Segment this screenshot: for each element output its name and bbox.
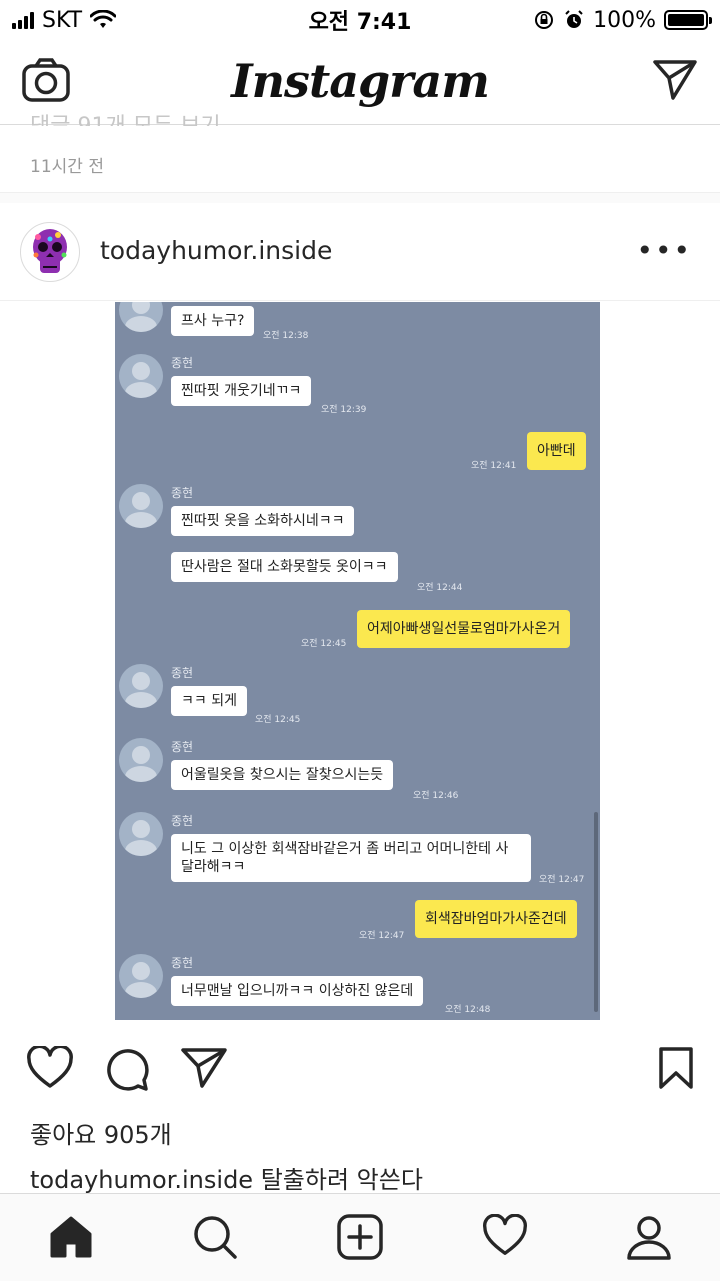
chat-time: 오전 12:47 (539, 875, 585, 885)
chat-time: 오전 12:39 (321, 405, 367, 415)
bottom-tab-bar (0, 1193, 720, 1281)
like-heart-icon[interactable] (26, 1046, 74, 1090)
post-username[interactable]: todayhumor.inside (100, 236, 332, 265)
more-options-button[interactable]: ••• (636, 234, 692, 267)
chat-time: 오전 12:47 (359, 931, 405, 941)
post-image[interactable]: 프사 누구? 오전 12:38 종현 찐따핏 개웃기네ㄲㅋ 오전 12:39 오… (115, 302, 600, 1020)
chat-avatar (119, 812, 163, 856)
chat-bubble: 찐따핏 옷을 소화하시네ㅋㅋ (171, 506, 355, 536)
direct-send-icon[interactable] (652, 58, 698, 102)
home-icon[interactable] (48, 1214, 94, 1260)
avatar[interactable] (20, 222, 80, 282)
chat-contact-name: 종현 (171, 666, 194, 680)
chat-avatar (119, 664, 163, 708)
chat-contact-name: 종현 (171, 814, 194, 828)
status-time: 오전 7:41 (308, 10, 412, 35)
view-all-comments-link[interactable]: 댓글 91개 모두 보기 (30, 108, 221, 126)
search-icon[interactable] (192, 1214, 238, 1260)
chat-bubble: 프사 누구? (171, 306, 255, 336)
chat-bubble: 찐따핏 개웃기네ㄲㅋ (171, 376, 312, 406)
chat-scrollbar (594, 812, 598, 1012)
chat-avatar (119, 302, 163, 332)
chat-contact-name: 종현 (171, 486, 194, 500)
chat-contact-name: 종현 (171, 356, 194, 370)
chat-time: 오전 12:41 (471, 461, 517, 471)
chat-bubble: ㅋㅋ 되게 (171, 686, 247, 716)
chat-avatar (119, 484, 163, 528)
bookmark-icon[interactable] (658, 1046, 694, 1090)
chat-time: 오전 12:45 (301, 639, 347, 649)
chat-avatar (119, 738, 163, 782)
chat-bubble-mine: 아빤데 (527, 432, 586, 470)
chat-avatar (119, 354, 163, 398)
profile-icon[interactable] (626, 1214, 672, 1260)
post-caption: todayhumor.inside 탈출하려 악쓴다 (30, 1160, 423, 1195)
chat-bubble: 니도 그 이상한 회색잠바같은거 좀 버리고 어머니한테 사달라해ㅋㅋ (171, 834, 531, 882)
chat-bubble: 너무맨날 입으니까ㅋㅋ 이상하진 않은데 (171, 976, 424, 1006)
chat-time: 오전 12:46 (413, 791, 459, 801)
battery-icon (664, 10, 712, 30)
chat-avatar (119, 954, 163, 998)
add-post-icon[interactable] (336, 1214, 384, 1260)
post-header: todayhumor.inside ••• (0, 210, 720, 301)
caption-username[interactable]: todayhumor.inside (30, 1166, 253, 1194)
chat-time: 오전 12:45 (255, 715, 301, 725)
heart-activity-icon[interactable] (482, 1214, 528, 1258)
post-separator (0, 192, 720, 203)
instagram-logo: Instagram (231, 54, 490, 108)
skull-avatar-icon (33, 229, 67, 273)
comment-icon[interactable] (104, 1046, 150, 1092)
chat-bubble-mine: 회색잠바엄마가사준건데 (415, 900, 577, 938)
chat-bubble: 어울릴옷을 찾으시는 잘찾으시는듯 (171, 760, 394, 790)
chat-contact-name: 종현 (171, 956, 194, 970)
chat-time: 오전 12:44 (417, 583, 463, 593)
caption-text: 탈출하려 악쓴다 (253, 1166, 423, 1194)
likes-count[interactable]: 좋아요 905개 (30, 1115, 172, 1150)
post-time-ago: 11시간 전 (30, 157, 104, 177)
chat-time: 오전 12:48 (445, 1005, 491, 1015)
chat-bubble-mine: 어제아빠생일선물로엄마가사온거 (357, 610, 571, 648)
share-send-icon[interactable] (180, 1046, 228, 1090)
chat-contact-name: 종현 (171, 740, 194, 754)
chat-time: 오전 12:38 (263, 331, 309, 341)
chat-bubble: 딴사람은 절대 소화못할듯 옷이ㅋㅋ (171, 552, 398, 582)
status-bar: SKT 오전 7:41 100% (0, 0, 720, 40)
post-actions (0, 1040, 720, 1100)
